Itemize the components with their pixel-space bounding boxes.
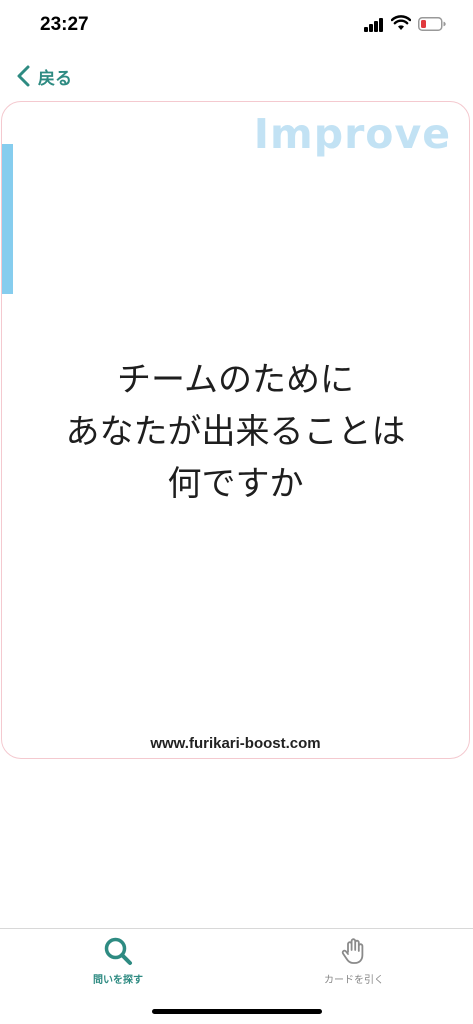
home-indicator[interactable] [152, 1009, 322, 1014]
cellular-signal-icon [364, 18, 384, 32]
tab-draw-card[interactable]: カードを引く [284, 935, 424, 986]
tab-label: 問いを探す [93, 975, 143, 986]
back-label: 戻る [38, 68, 72, 89]
battery-icon [418, 17, 446, 31]
back-button[interactable]: 戻る [14, 62, 72, 90]
chevron-left-icon [17, 65, 30, 87]
card-accent-bar [2, 144, 13, 294]
tab-search-questions[interactable]: 問いを探す [48, 935, 188, 986]
question-line: チームのために [117, 360, 354, 400]
question-card[interactable]: Improve チームのために あなたが出来ることは 何ですか www.furi… [1, 101, 470, 759]
card-question: チームのために あなたが出来ることは 何ですか [2, 354, 469, 510]
wifi-icon [391, 15, 411, 30]
card-category-label: Improve [253, 110, 451, 158]
status-bar: 23:27 [0, 0, 473, 50]
status-time: 23:27 [40, 14, 89, 35]
search-icon [104, 937, 132, 965]
card-website-url: www.furikari-boost.com [150, 735, 321, 752]
question-line: 何ですか [167, 464, 304, 504]
card-screen: 23:27 戻る Improve チームのために あなたが出来ることは 何ですか… [0, 0, 473, 1024]
tab-label: カードを引く [324, 975, 384, 986]
question-line: あなたが出来ることは [65, 412, 406, 452]
hand-icon [341, 938, 364, 964]
